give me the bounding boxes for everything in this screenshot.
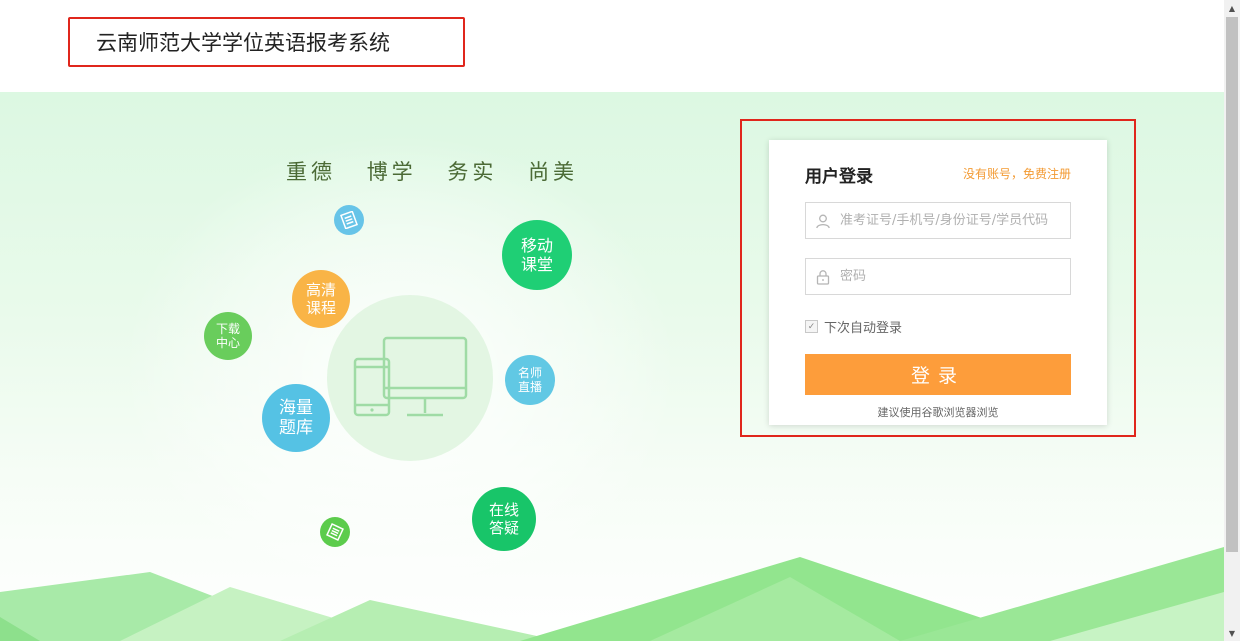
bubble-label: 海量 bbox=[279, 397, 313, 418]
password-input[interactable] bbox=[840, 260, 1070, 293]
motto-word: 重德 bbox=[286, 160, 336, 184]
document-icon bbox=[334, 205, 364, 235]
bubble-label: 课程 bbox=[305, 299, 336, 317]
lock-icon bbox=[806, 259, 840, 294]
remember-checkbox[interactable]: ✓ bbox=[805, 320, 818, 333]
bubble-label: 中心 bbox=[215, 336, 240, 350]
motto-word: 务实 bbox=[447, 160, 498, 184]
scroll-up-icon[interactable]: ▲ bbox=[1224, 0, 1240, 16]
motto-word: 博学 bbox=[366, 160, 417, 184]
site-title: 云南师范大学学位英语报考系统 bbox=[96, 31, 390, 55]
bubble-label: 下载 bbox=[215, 321, 240, 336]
device-circle bbox=[327, 295, 493, 461]
bubble-label: 高清 bbox=[305, 281, 336, 299]
bubble-label: 名师 bbox=[517, 365, 542, 380]
register-link[interactable]: 没有账号，免费注册 bbox=[963, 165, 1071, 182]
bubble-hd-course[interactable]: 高清 课程 bbox=[292, 270, 350, 328]
user-icon bbox=[806, 203, 840, 238]
motto-word: 尚美 bbox=[528, 160, 579, 184]
bubble-label: 课堂 bbox=[520, 255, 553, 274]
bubble-label: 在线 bbox=[488, 501, 519, 519]
vertical-scrollbar[interactable]: ▲ ▼ bbox=[1224, 0, 1240, 641]
bubble-mobile-class[interactable]: 移动 课堂 bbox=[502, 220, 572, 290]
bubble-download-center[interactable]: 下载 中心 bbox=[204, 312, 252, 360]
username-input[interactable] bbox=[840, 204, 1070, 237]
bubble-label: 直播 bbox=[517, 380, 542, 394]
remember-me[interactable]: ✓ 下次自动登录 bbox=[805, 317, 902, 336]
login-panel: 用户登录 没有账号，免费注册 ✓ 下次自动登录 bbox=[769, 140, 1107, 425]
login-title: 用户登录 bbox=[805, 167, 873, 187]
scroll-down-icon[interactable]: ▼ bbox=[1224, 625, 1240, 641]
bubble-label: 题库 bbox=[279, 418, 313, 438]
computer-phone-icon bbox=[353, 336, 468, 417]
browser-hint: 建议使用谷歌浏览器浏览 bbox=[877, 406, 999, 419]
scroll-thumb[interactable] bbox=[1226, 17, 1238, 552]
mountain-decoration bbox=[0, 547, 1224, 641]
username-field[interactable] bbox=[805, 202, 1071, 239]
bubble-famous-teacher-live[interactable]: 名师 直播 bbox=[505, 355, 555, 405]
bubble-question-bank[interactable]: 海量 题库 bbox=[262, 384, 330, 452]
school-motto: 重德 博学 务实 尚美 bbox=[286, 156, 598, 186]
bubble-label: 移动 bbox=[520, 235, 553, 255]
header: 云南师范大学学位英语报考系统 bbox=[0, 0, 1224, 92]
remember-label: 下次自动登录 bbox=[824, 321, 903, 336]
login-button[interactable]: 登录 bbox=[805, 354, 1071, 395]
password-field[interactable] bbox=[805, 258, 1071, 295]
site-title-box: 云南师范大学学位英语报考系统 bbox=[68, 17, 465, 67]
